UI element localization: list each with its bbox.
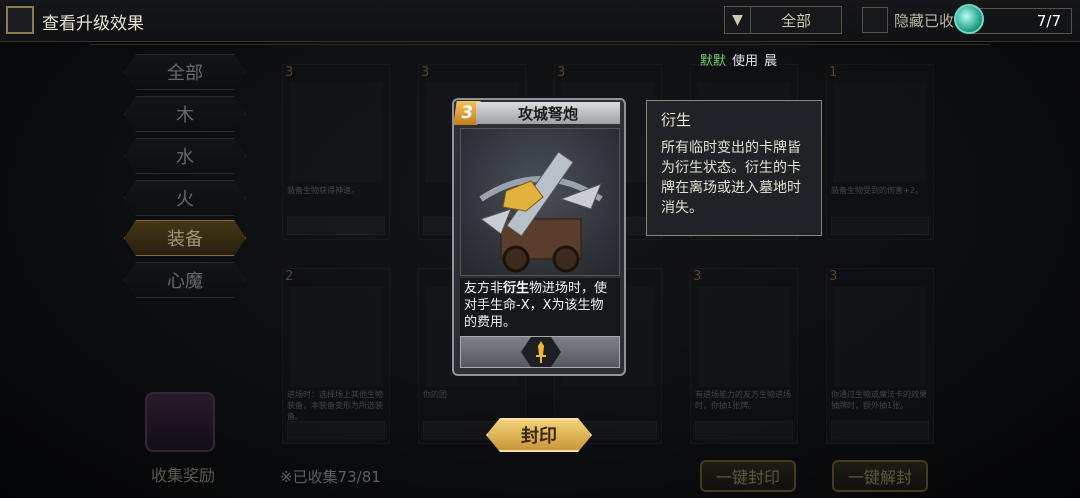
user-strip: 默默 使用 晨 — [700, 50, 777, 69]
sword-icon — [521, 337, 561, 367]
filter-value: 全部 — [780, 11, 811, 30]
back-button[interactable] — [6, 6, 34, 34]
use-time: 晨 — [764, 54, 778, 69]
card-counter: 7/7 — [970, 8, 1072, 34]
hide-collected-checkbox[interactable] — [862, 7, 888, 33]
gem-icon — [954, 4, 984, 34]
chevron-down-icon: ▼ — [725, 7, 751, 33]
use-label: 使用 — [732, 54, 759, 69]
top-bar: 查看升级效果 ▼ 全部 隐藏已收 7/7 — [0, 0, 1080, 42]
filter-dropdown[interactable]: ▼ 全部 — [724, 6, 842, 34]
card-footer — [460, 336, 620, 368]
card-description: 友方非衍生物进场时，使对手生命-X，X为该生物的费用。 — [460, 278, 620, 336]
card-name: 攻城弩炮 — [476, 102, 620, 124]
desc-keyword: 衍生 — [503, 281, 530, 296]
desc-part: 友方非 — [464, 281, 504, 296]
tooltip-body: 所有临时变出的卡牌皆为衍生状态。衍生的卡牌在离场或进入墓地时消失。 — [661, 140, 801, 216]
ballista-art — [460, 128, 620, 276]
seal-button[interactable]: 封印 — [486, 418, 592, 452]
keyword-tooltip: 衍生 所有临时变出的卡牌皆为衍生状态。衍生的卡牌在离场或进入墓地时消失。 — [646, 100, 822, 236]
page-title: 查看升级效果 — [42, 14, 144, 34]
tooltip-title: 衍生 — [661, 111, 692, 129]
user-name: 默默 — [700, 54, 727, 69]
hide-collected-label: 隐藏已收 — [894, 12, 955, 30]
featured-card: 3 攻城弩炮 友方非衍生物进场时，使对手生命-X，X为该生物的费用。 — [452, 98, 626, 376]
